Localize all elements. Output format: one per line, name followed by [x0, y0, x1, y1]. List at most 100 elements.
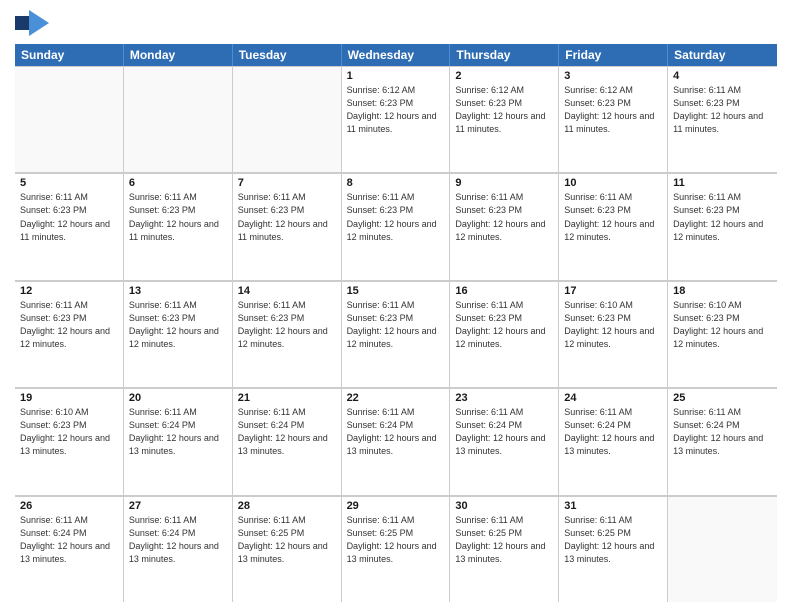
day-number: 2 [455, 70, 553, 82]
weekday-header-sunday: Sunday [15, 44, 124, 66]
calendar-cell [668, 496, 777, 602]
calendar-cell: 13 Sunrise: 6:11 AMSunset: 6:23 PMDayligh… [124, 281, 233, 387]
day-number: 14 [238, 285, 336, 297]
calendar-cell: 3 Sunrise: 6:12 AMSunset: 6:23 PMDaylight… [559, 66, 668, 172]
calendar-cell: 2 Sunrise: 6:12 AMSunset: 6:23 PMDaylight… [450, 66, 559, 172]
weekday-header-friday: Friday [559, 44, 668, 66]
calendar-cell [15, 66, 124, 172]
calendar-week-2: 5 Sunrise: 6:11 AMSunset: 6:23 PMDaylight… [15, 173, 777, 280]
calendar-cell: 24 Sunrise: 6:11 AMSunset: 6:24 PMDayligh… [559, 388, 668, 494]
day-info: Sunrise: 6:11 AMSunset: 6:25 PMDaylight:… [455, 514, 553, 566]
day-info: Sunrise: 6:12 AMSunset: 6:23 PMDaylight:… [564, 84, 662, 136]
weekday-header-wednesday: Wednesday [342, 44, 451, 66]
day-info: Sunrise: 6:11 AMSunset: 6:23 PMDaylight:… [238, 299, 336, 351]
day-info: Sunrise: 6:11 AMSunset: 6:24 PMDaylight:… [20, 514, 118, 566]
calendar-cell: 28 Sunrise: 6:11 AMSunset: 6:25 PMDayligh… [233, 496, 342, 602]
calendar-cell [124, 66, 233, 172]
day-info: Sunrise: 6:11 AMSunset: 6:23 PMDaylight:… [129, 191, 227, 243]
header [15, 10, 777, 36]
calendar-cell: 17 Sunrise: 6:10 AMSunset: 6:23 PMDayligh… [559, 281, 668, 387]
day-info: Sunrise: 6:10 AMSunset: 6:23 PMDaylight:… [20, 406, 118, 458]
day-number: 10 [564, 177, 662, 189]
day-info: Sunrise: 6:11 AMSunset: 6:24 PMDaylight:… [129, 514, 227, 566]
day-number: 16 [455, 285, 553, 297]
day-number: 15 [347, 285, 445, 297]
day-info: Sunrise: 6:11 AMSunset: 6:23 PMDaylight:… [564, 191, 662, 243]
day-number: 1 [347, 70, 445, 82]
calendar-cell: 15Sunrise: 6:11 AMSunset: 6:23 PMDayligh… [342, 281, 451, 387]
day-info: Sunrise: 6:10 AMSunset: 6:23 PMDaylight:… [564, 299, 662, 351]
day-number: 22 [347, 392, 445, 404]
calendar-cell: 20Sunrise: 6:11 AMSunset: 6:24 PMDayligh… [124, 388, 233, 494]
calendar-cell: 9Sunrise: 6:11 AMSunset: 6:23 PMDaylight… [450, 173, 559, 279]
day-number: 7 [238, 177, 336, 189]
calendar-cell: 22 Sunrise: 6:11 AMSunset: 6:24 PMDayligh… [342, 388, 451, 494]
calendar-cell: 26Sunrise: 6:11 AMSunset: 6:24 PMDayligh… [15, 496, 124, 602]
calendar-cell: 7 Sunrise: 6:11 AMSunset: 6:23 PMDaylight… [233, 173, 342, 279]
calendar-cell: 11 Sunrise: 6:11 AMSunset: 6:23 PMDayligh… [668, 173, 777, 279]
day-number: 19 [20, 392, 118, 404]
weekday-header-thursday: Thursday [450, 44, 559, 66]
day-number: 28 [238, 500, 336, 512]
calendar-cell: 1Sunrise: 6:12 AMSunset: 6:23 PMDaylight… [342, 66, 451, 172]
day-info: Sunrise: 6:11 AMSunset: 6:25 PMDaylight:… [238, 514, 336, 566]
day-number: 23 [455, 392, 553, 404]
day-info: Sunrise: 6:11 AMSunset: 6:24 PMDaylight:… [564, 406, 662, 458]
day-number: 6 [129, 177, 227, 189]
day-info: Sunrise: 6:11 AMSunset: 6:23 PMDaylight:… [129, 299, 227, 351]
day-info: Sunrise: 6:11 AMSunset: 6:23 PMDaylight:… [673, 191, 772, 243]
day-info: Sunrise: 6:11 AMSunset: 6:24 PMDaylight:… [129, 406, 227, 458]
day-number: 12 [20, 285, 118, 297]
calendar-week-1: 1 Sunrise: 6:12 AMSunset: 6:23 PMDaylight… [15, 66, 777, 173]
calendar-cell: 21 Sunrise: 6:11 AMSunset: 6:24 PMDayligh… [233, 388, 342, 494]
logo [15, 10, 54, 36]
day-info: Sunrise: 6:11 AMSunset: 6:23 PMDaylight:… [673, 84, 772, 136]
day-info: Sunrise: 6:11 AMSunset: 6:23 PMDaylight:… [455, 299, 553, 351]
day-number: 3 [564, 70, 662, 82]
calendar-cell: 23 Sunrise: 6:11 AMSunset: 6:24 PMDayligh… [450, 388, 559, 494]
day-info: Sunrise: 6:11 AMSunset: 6:24 PMDaylight:… [673, 406, 772, 458]
day-number: 4 [673, 70, 772, 82]
calendar-cell: 8Sunrise: 6:11 AMSunset: 6:23 PMDaylight… [342, 173, 451, 279]
weekday-header-saturday: Saturday [668, 44, 777, 66]
day-number: 24 [564, 392, 662, 404]
day-number: 25 [673, 392, 772, 404]
day-number: 17 [564, 285, 662, 297]
day-info: Sunrise: 6:11 AMSunset: 6:25 PMDaylight:… [564, 514, 662, 566]
day-info: Sunrise: 6:11 AMSunset: 6:23 PMDaylight:… [20, 191, 118, 243]
day-info: Sunrise: 6:11 AMSunset: 6:23 PMDaylight:… [347, 191, 445, 243]
day-number: 21 [238, 392, 336, 404]
day-info: Sunrise: 6:11 AMSunset: 6:23 PMDaylight:… [20, 299, 118, 351]
day-info: Sunrise: 6:11 AMSunset: 6:24 PMDaylight:… [347, 406, 445, 458]
calendar: SundayMondayTuesdayWednesdayThursdayFrid… [15, 44, 777, 602]
calendar-cell: 16 Sunrise: 6:11 AMSunset: 6:23 PMDayligh… [450, 281, 559, 387]
calendar-cell: 31 Sunrise: 6:11 AMSunset: 6:25 PMDayligh… [559, 496, 668, 602]
day-number: 31 [564, 500, 662, 512]
logo-icon [15, 10, 49, 36]
day-info: Sunrise: 6:11 AMSunset: 6:24 PMDaylight:… [455, 406, 553, 458]
calendar-cell: 19 Sunrise: 6:10 AMSunset: 6:23 PMDayligh… [15, 388, 124, 494]
day-number: 30 [455, 500, 553, 512]
day-info: Sunrise: 6:11 AMSunset: 6:24 PMDaylight:… [238, 406, 336, 458]
day-number: 27 [129, 500, 227, 512]
day-info: Sunrise: 6:10 AMSunset: 6:23 PMDaylight:… [673, 299, 772, 351]
calendar-week-4: 19 Sunrise: 6:10 AMSunset: 6:23 PMDayligh… [15, 388, 777, 495]
calendar-cell: 30 Sunrise: 6:11 AMSunset: 6:25 PMDayligh… [450, 496, 559, 602]
day-number: 13 [129, 285, 227, 297]
weekday-header-tuesday: Tuesday [233, 44, 342, 66]
day-info: Sunrise: 6:11 AMSunset: 6:23 PMDaylight:… [238, 191, 336, 243]
calendar-cell: 5 Sunrise: 6:11 AMSunset: 6:23 PMDaylight… [15, 173, 124, 279]
day-info: Sunrise: 6:12 AMSunset: 6:23 PMDaylight:… [455, 84, 553, 136]
calendar-cell: 12 Sunrise: 6:11 AMSunset: 6:23 PMDayligh… [15, 281, 124, 387]
calendar-cell: 4 Sunrise: 6:11 AMSunset: 6:23 PMDaylight… [668, 66, 777, 172]
page: SundayMondayTuesdayWednesdayThursdayFrid… [0, 0, 792, 612]
day-number: 5 [20, 177, 118, 189]
calendar-header: SundayMondayTuesdayWednesdayThursdayFrid… [15, 44, 777, 66]
calendar-week-5: 26Sunrise: 6:11 AMSunset: 6:24 PMDayligh… [15, 496, 777, 602]
calendar-cell [233, 66, 342, 172]
day-number: 9 [455, 177, 553, 189]
calendar-cell: 14 Sunrise: 6:11 AMSunset: 6:23 PMDayligh… [233, 281, 342, 387]
day-number: 11 [673, 177, 772, 189]
calendar-cell: 18Sunrise: 6:10 AMSunset: 6:23 PMDayligh… [668, 281, 777, 387]
weekday-header-monday: Monday [124, 44, 233, 66]
